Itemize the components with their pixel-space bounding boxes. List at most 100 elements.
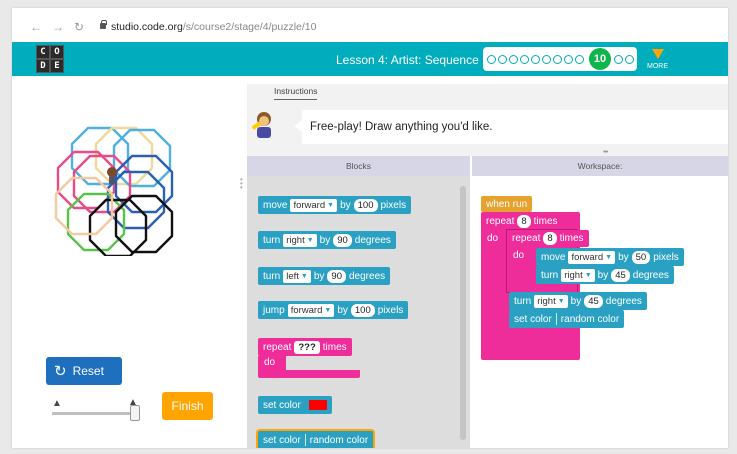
direction-dropdown[interactable]: right ▼ [561,268,595,282]
speed-slider[interactable] [52,412,138,415]
more-arrow-icon[interactable] [652,49,664,59]
url-text[interactable]: studio.code.org/s/course2/stage/4/puzzle… [111,21,316,33]
block-label: when run [486,198,528,210]
reset-label: Reset [72,364,104,378]
back-arrow-icon[interactable]: ← [30,20,42,34]
direction-dropdown[interactable]: right ▼ [283,233,317,247]
block-label: times [559,233,584,244]
inner-repeat-header[interactable]: repeat 8 times [507,230,589,247]
turn-right-block[interactable]: turn right ▼ by 90 degrees [258,231,396,249]
block-label: by [570,295,582,307]
color-swatch[interactable] [308,400,327,410]
dropdown-arrow-icon: ▼ [557,297,565,305]
number-input[interactable]: 45 [611,268,630,282]
block-label: turn [514,295,532,307]
move-block[interactable]: move forward ▼ by 100 pixels [258,196,412,214]
level-dot[interactable] [542,54,551,64]
level-dot[interactable] [531,54,540,64]
number-input[interactable]: ??? [294,340,320,354]
block-label: pixels [653,251,679,263]
block-label: degrees [632,269,669,281]
block-label: move [263,199,288,211]
jump-block[interactable]: jump forward ▼ by 100 pixels [258,301,409,319]
do-label: do [487,233,499,244]
turtle-slow-icon: ▲ [52,398,62,409]
block-label: move [541,251,566,263]
level-dot[interactable] [625,54,634,64]
block-label: degrees [354,234,391,246]
dropdown-value: right [286,234,305,246]
reload-icon[interactable]: ↻ [74,20,84,34]
lock-icon [100,20,107,29]
inner-move-block[interactable]: move forward ▼ by 50 pixels [536,248,684,266]
finish-button[interactable]: Finish [162,392,213,420]
number-input[interactable]: 100 [350,303,375,317]
outer-repeat-header[interactable]: repeat 8 times [481,213,563,230]
set-random-color-block[interactable]: set color random color [258,431,374,448]
level-dot[interactable] [564,54,573,64]
level-dot[interactable] [553,54,562,64]
dropdown-value: forward [290,304,323,316]
random-color-value: random color [560,313,620,325]
logo-letter: E [50,59,64,73]
set-color-block[interactable]: set color [258,396,332,414]
instructions-tab[interactable]: Instructions [274,86,318,100]
repeat-block-footer[interactable] [258,370,360,378]
code-logo[interactable]: C O D E [36,45,64,73]
level-dot[interactable] [575,54,584,64]
number-input[interactable]: 100 [353,198,378,212]
dropdown-arrow-icon: ▼ [605,253,613,261]
level-dot[interactable] [487,54,496,64]
dropdown-value: forward [293,199,326,211]
url-domain: studio.code.org [111,21,183,33]
outer-turn-block[interactable]: turn right ▼ by 45 degrees [509,292,647,310]
instructions-text: Free-play! Draw anything you'd like. [294,110,728,144]
when-run-block[interactable]: when run [481,196,533,212]
lesson-title[interactable]: Lesson 4: Artist: Sequence [336,53,479,67]
artist-avatar-icon [251,112,271,138]
panel-resize-grip-icon[interactable]: • • • [240,176,243,192]
toolbox-scrollbar[interactable] [460,186,466,440]
do-label: do [264,357,276,368]
repeat-block[interactable]: repeat ??? times [258,338,352,356]
resize-grip-icon[interactable]: ••• [603,149,608,156]
number-input[interactable]: 90 [333,233,352,247]
dropdown-value: left [286,270,299,282]
blocks-toolbox: move forward ▼ by 100 pixels turn right ▼ … [247,176,470,448]
url-path: /s/course2/stage/4/puzzle/10 [182,21,317,33]
address-bar[interactable]: ← → ↻ studio.code.org/s/course2/stage/4/… [12,8,728,42]
more-label[interactable]: MORE [647,63,668,70]
reset-button[interactable]: ↻ Reset [46,357,122,385]
forward-arrow-icon[interactable]: → [52,20,64,34]
number-input[interactable]: 90 [327,269,346,283]
block-label: degrees [349,270,386,282]
speed-slider-handle[interactable] [130,405,140,421]
block-label: repeat [486,216,515,227]
block-label: repeat [263,341,292,353]
dropdown-arrow-icon: ▼ [324,306,332,314]
inner-turn-block[interactable]: turn right ▼ by 45 degrees [536,266,674,284]
turn-left-block[interactable]: turn left ▼ by 90 degrees [258,267,391,285]
direction-dropdown[interactable]: forward ▼ [290,198,338,212]
set-color-block[interactable]: set color random color [509,310,625,328]
number-input[interactable]: 8 [517,215,531,228]
direction-dropdown[interactable]: forward ▼ [287,303,335,317]
block-label: by [337,304,348,316]
level-dot[interactable] [498,54,507,64]
block-label: set color [263,399,301,411]
number-input[interactable]: 8 [543,232,557,245]
number-input[interactable]: 50 [631,250,651,264]
block-label: by [313,270,325,282]
block-label: times [533,216,558,227]
direction-dropdown[interactable]: right ▼ [534,294,568,308]
dropdown-value: forward [571,251,604,263]
current-level-badge[interactable]: 10 [589,48,611,70]
level-dot[interactable] [520,54,529,64]
level-dot[interactable] [509,54,518,64]
workspace-canvas[interactable]: when run repeat 8 times do repeat 8 time… [472,176,728,448]
direction-dropdown[interactable]: forward ▼ [568,250,616,264]
level-dot[interactable] [614,54,623,64]
number-input[interactable]: 45 [584,294,603,308]
direction-dropdown[interactable]: left ▼ [283,269,311,283]
random-color-value: random color [309,434,369,446]
